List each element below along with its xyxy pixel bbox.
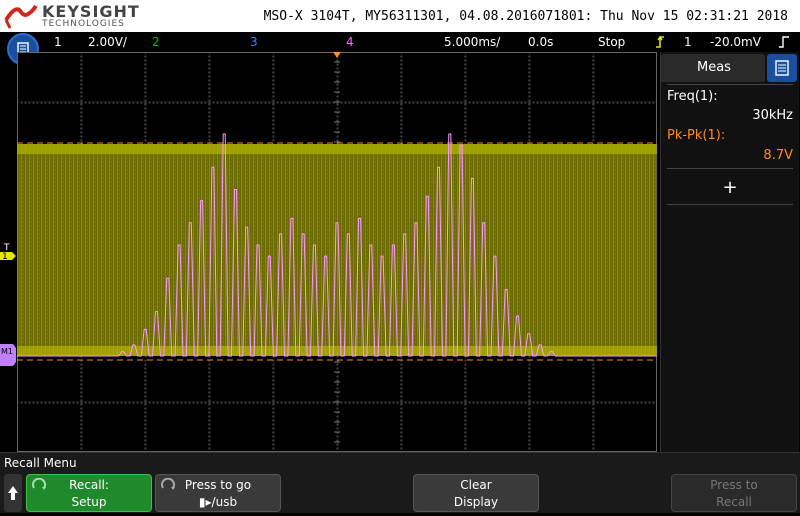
softkey-press-to-recall[interactable]: Press to Recall <box>671 474 797 512</box>
freq-label: Freq(1): <box>667 89 718 104</box>
meas-tab[interactable]: Meas <box>661 54 765 82</box>
trigger-channel[interactable]: 1 <box>684 35 692 49</box>
softkey-3-line1: Clear <box>460 478 492 492</box>
math-marker-label: M1 <box>1 347 13 356</box>
measurement-panel: Meas Freq(1): 30kHz Pk-Pk(1): 8.7V + <box>660 52 799 452</box>
menu-title: Recall Menu <box>4 456 77 470</box>
math-ground-marker[interactable]: M1 <box>0 344 17 370</box>
ch3-number[interactable]: 3 <box>250 35 258 49</box>
meas-separator <box>667 204 793 205</box>
ch1-trace-bottom <box>17 346 657 356</box>
ch1-number[interactable]: 1 <box>54 35 62 49</box>
ch4-number[interactable]: 4 <box>346 35 354 49</box>
meas-separator <box>667 168 793 169</box>
ch1-trace-band <box>17 144 657 356</box>
ch2-number[interactable]: 2 <box>152 35 160 49</box>
softkey-clear-display[interactable]: Clear Display <box>413 474 539 512</box>
delay[interactable]: 0.0s <box>528 35 553 49</box>
softkey-1-line2: Setup <box>71 495 107 509</box>
timebase[interactable]: 5.000ms/ <box>444 35 500 49</box>
freq-value: 30kHz <box>752 108 793 123</box>
trigger-level[interactable]: -20.0mV <box>710 35 761 49</box>
ch1-trace-top <box>17 144 657 154</box>
add-measurement-button[interactable]: + <box>661 172 799 204</box>
brand-sub: TECHNOLOGIES <box>42 19 125 29</box>
run-state[interactable]: Stop <box>598 35 625 49</box>
menu-up-button[interactable] <box>4 474 22 512</box>
softkey-4-line1: Press to <box>710 478 758 492</box>
up-arrow-icon <box>8 486 18 500</box>
title-bar: KEYSIGHT TECHNOLOGIES MSO-X 3104T, MY563… <box>0 0 800 32</box>
pkpk-label: Pk-Pk(1): <box>667 128 726 143</box>
softkey-2-line2: ▮▸/usb <box>198 495 238 509</box>
meas-separator <box>667 84 793 85</box>
softkey-2-line1: Press to go <box>184 478 252 492</box>
softkey-recall-setup[interactable]: Recall: Setup <box>26 474 152 512</box>
softkey-4-line2: Recall <box>716 495 752 509</box>
softkey-3-line2: Display <box>453 495 499 509</box>
waveform-display[interactable] <box>17 52 657 452</box>
softkey-press-to-go[interactable]: Press to go ▮▸/usb <box>155 474 281 512</box>
meas-menu-icon[interactable] <box>767 54 797 82</box>
trigger-position-marker[interactable] <box>333 52 341 58</box>
trigger-slope-icon <box>778 35 790 52</box>
softkey-1-line1: Recall: <box>69 478 109 492</box>
ch1-ground-marker[interactable]: T 1 <box>0 238 17 268</box>
keysight-logo-icon <box>4 4 38 29</box>
pkpk-value: 8.7V <box>763 148 793 163</box>
trigger-icon <box>654 35 666 52</box>
ch1-scale[interactable]: 2.00V/ <box>88 35 127 49</box>
ch1-marker-label: 1 <box>2 252 8 262</box>
status-bar: 1 2.00V/ 2 3 4 5.000ms/ 0.0s Stop 1 -20.… <box>0 32 800 52</box>
softkey-bar: Recall Menu Recall: Setup Press to go ▮▸… <box>0 452 800 513</box>
device-info: MSO-X 3104T, MY56311301, 04.08.201607180… <box>263 9 788 24</box>
meas-tab-label: Meas <box>697 60 731 75</box>
